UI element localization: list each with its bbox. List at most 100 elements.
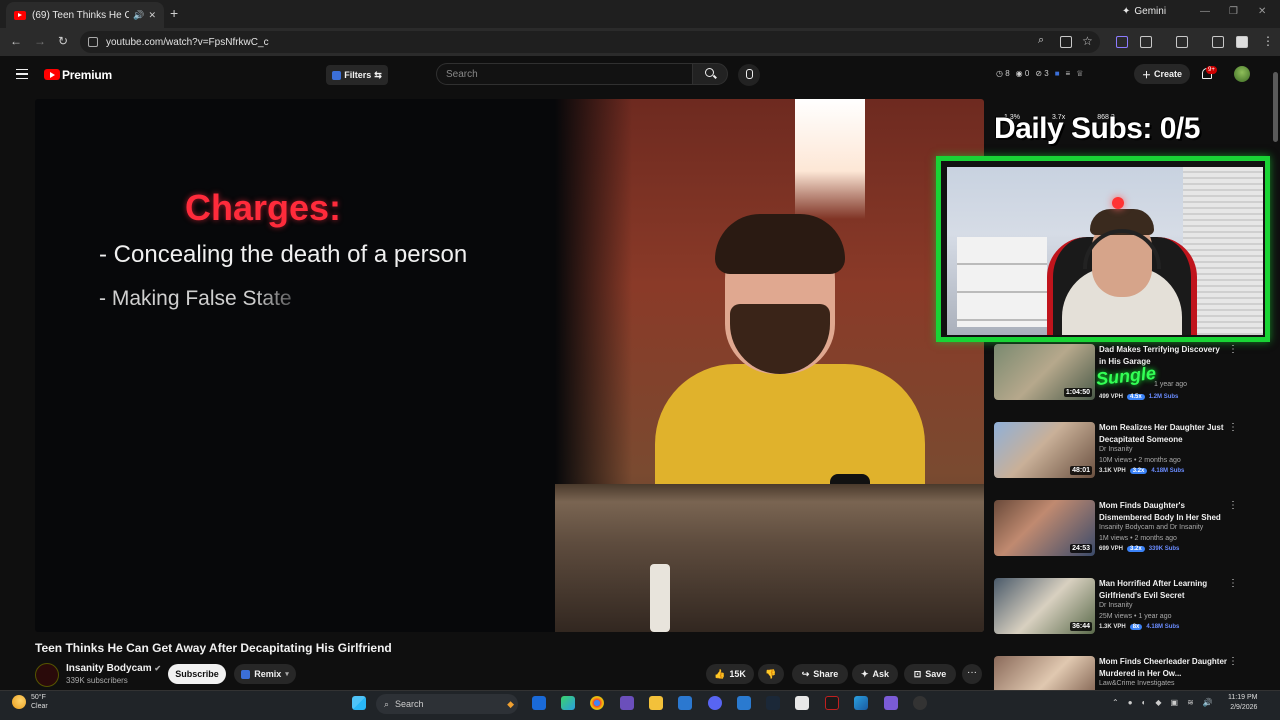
youtube-logo-icon[interactable] (44, 69, 60, 80)
save-button[interactable]: ⊡ Save (904, 664, 956, 684)
profile-icon[interactable] (1236, 36, 1248, 48)
recommendation-channel[interactable]: Law&Crime Investigates (1099, 680, 1174, 687)
recommendation-channel[interactable]: Insanity Bodycam and Dr Insanity (1099, 524, 1203, 531)
tray-app-icon[interactable]: ● (1128, 698, 1133, 707)
extension-icon[interactable] (1116, 36, 1128, 48)
recommendation-channel[interactable]: Dr Insanity (1099, 602, 1132, 609)
recommendation-thumbnail[interactable]: 1:04:50 (994, 344, 1095, 400)
discord-icon[interactable] (708, 696, 722, 710)
app-icon-4[interactable] (737, 696, 751, 710)
more-actions-button[interactable]: ··· (962, 664, 982, 684)
app-icon-6[interactable] (825, 696, 839, 710)
chrome-icon[interactable] (590, 696, 604, 710)
tray-app-icon-4[interactable]: ▣ (1171, 698, 1179, 707)
more-options-icon[interactable]: ⋮ (1228, 500, 1238, 511)
channel-avatar[interactable] (35, 663, 59, 687)
volume-icon[interactable]: 🔊 (1203, 698, 1213, 707)
site-info-icon[interactable] (88, 37, 98, 47)
recommendation-title[interactable]: Dad Makes Terrifying Discovery in His Ga… (1099, 344, 1229, 368)
dislike-button[interactable]: 👎 (758, 664, 784, 684)
media-icon[interactable] (1212, 36, 1224, 48)
file-explorer-icon[interactable] (649, 696, 663, 710)
taskbar-search[interactable]: ⌕ Search ◆ (376, 694, 518, 714)
tray-chevron-icon[interactable]: ⌃ (1112, 698, 1119, 707)
clock-stat: ◷ 8 (996, 69, 1010, 78)
app-icon-3[interactable] (678, 696, 692, 710)
tray-app-icon-2[interactable]: ◐ (1142, 698, 1147, 707)
zoom-icon[interactable]: ⌕ (1038, 34, 1044, 47)
hamburger-menu-icon[interactable] (16, 69, 28, 79)
recommendation-title[interactable]: Mom Finds Cheerleader Daughter Murdered … (1099, 656, 1229, 680)
weather-widget[interactable]: 50°F Clear (12, 693, 48, 711)
recommendation-thumbnail[interactable]: 36:44 (994, 578, 1095, 634)
kebab-menu-icon[interactable]: ⋮ (1262, 34, 1274, 48)
more-options-icon[interactable]: ⋮ (1228, 344, 1238, 355)
more-options-icon[interactable]: ⋮ (1228, 578, 1238, 589)
recommendation-item[interactable]: 24:53 Mom Finds Daughter's Dismembered B… (994, 500, 1272, 570)
extension-badge-icon[interactable]: ■ (1055, 69, 1060, 78)
recommendation-title[interactable]: Man Horrified After Learning Girlfriend'… (1099, 578, 1229, 602)
cast-icon[interactable] (1060, 36, 1072, 48)
reload-icon[interactable]: ↻ (58, 34, 68, 48)
recommendation-title[interactable]: Mom Realizes Her Daughter Just Decapitat… (1099, 422, 1229, 446)
share-button[interactable]: ↪ Share (792, 664, 848, 684)
system-tray: ⌃ ● ◐ ◆ ▣ ≋ 🔊 (1112, 698, 1213, 707)
subscribe-button[interactable]: Subscribe (168, 664, 226, 684)
taskbar-clock[interactable]: 11:19 PM 2/9/2026 (1228, 693, 1257, 713)
page-scrollbar[interactable] (1273, 72, 1278, 142)
recommendation-item[interactable]: 36:44 Man Horrified After Learning Girlf… (994, 578, 1272, 648)
browser-tab-youtube[interactable]: (69) Teen Thinks He Can Ge 🔊 ✕ (6, 2, 164, 28)
more-options-icon[interactable]: ⋮ (1228, 656, 1238, 667)
recommendation-thumbnail[interactable] (994, 656, 1095, 690)
wifi-icon[interactable]: ≋ (1187, 698, 1194, 707)
restore-icon[interactable]: ❐ (1229, 6, 1238, 17)
app-icon-7[interactable] (854, 696, 868, 710)
close-window-icon[interactable]: ✕ (1258, 6, 1266, 17)
recommendation-item[interactable]: Mom Finds Cheerleader Daughter Murdered … (994, 656, 1272, 690)
create-button[interactable]: ＋ Create (1134, 64, 1190, 84)
app-icon-2[interactable] (620, 696, 634, 710)
puzzle-icon[interactable] (1140, 36, 1152, 48)
youtube-favicon-icon (14, 10, 26, 20)
recommendation-thumbnail[interactable]: 48:01 (994, 422, 1095, 478)
video-player[interactable]: Charges: - Concealing the death of a per… (35, 99, 984, 632)
recommendation-thumbnail[interactable]: 24:53 (994, 500, 1095, 556)
account-avatar[interactable] (1234, 66, 1250, 82)
minimize-icon[interactable]: — (1200, 6, 1210, 17)
like-button[interactable]: 👍 15K (706, 664, 754, 684)
more-options-icon[interactable]: ⋮ (1228, 422, 1238, 433)
address-bar[interactable]: youtube.com/watch?v=FpsNfrkwC_c (80, 31, 1100, 53)
close-tab-icon[interactable]: ✕ (148, 10, 156, 21)
bookmark-star-icon[interactable]: ☆ (1082, 34, 1093, 48)
recommendation-item[interactable]: 48:01 Mom Realizes Her Daughter Just Dec… (994, 422, 1272, 492)
forward-arrow-icon[interactable]: → (34, 34, 46, 48)
ask-button[interactable]: ✦ Ask (852, 664, 898, 684)
search-input[interactable]: Search (436, 63, 692, 85)
microphone-icon[interactable] (738, 64, 760, 86)
header-stats: ◷ 8 ◉ 0 ⊘ 3 ■ ≡ ♕ (996, 69, 1083, 78)
obs-icon[interactable] (913, 696, 927, 710)
daily-subs-overlay: Daily Subs: 0/5 (994, 112, 1200, 145)
app-icon-1[interactable] (532, 696, 546, 710)
app-icon-8[interactable] (884, 696, 898, 710)
trophy-icon[interactable]: ♕ (1076, 69, 1083, 78)
windows-start-icon[interactable] (352, 696, 366, 710)
app-icon-5[interactable] (795, 696, 809, 710)
premium-brand[interactable]: Premium (62, 68, 112, 82)
gemini-button[interactable]: ✦ Gemini (1122, 6, 1166, 17)
back-arrow-icon[interactable]: ← (10, 34, 22, 48)
video-title: Teen Thinks He Can Get Away After Decapi… (35, 641, 392, 655)
speaker-icon[interactable]: 🔊 (133, 10, 144, 21)
filters-button[interactable]: Filters ⇆ (326, 65, 388, 85)
remix-button[interactable]: Remix ▾ (234, 664, 296, 684)
recommendation-title[interactable]: Mom Finds Daughter's Dismembered Body In… (1099, 500, 1229, 524)
recommendation-channel[interactable]: Dr Insanity (1099, 446, 1132, 453)
steam-icon[interactable] (766, 696, 780, 710)
new-tab-button[interactable]: + (170, 5, 178, 21)
list-icon[interactable]: ≡ (1066, 69, 1071, 78)
side-panel-icon[interactable] (1176, 36, 1188, 48)
copilot-icon[interactable] (561, 696, 575, 710)
subs-badge: 1.2M Subs (1148, 394, 1179, 400)
tray-app-icon-3[interactable]: ◆ (1155, 698, 1161, 707)
channel-name[interactable]: Insanity Bodycam ✔ (66, 663, 161, 674)
